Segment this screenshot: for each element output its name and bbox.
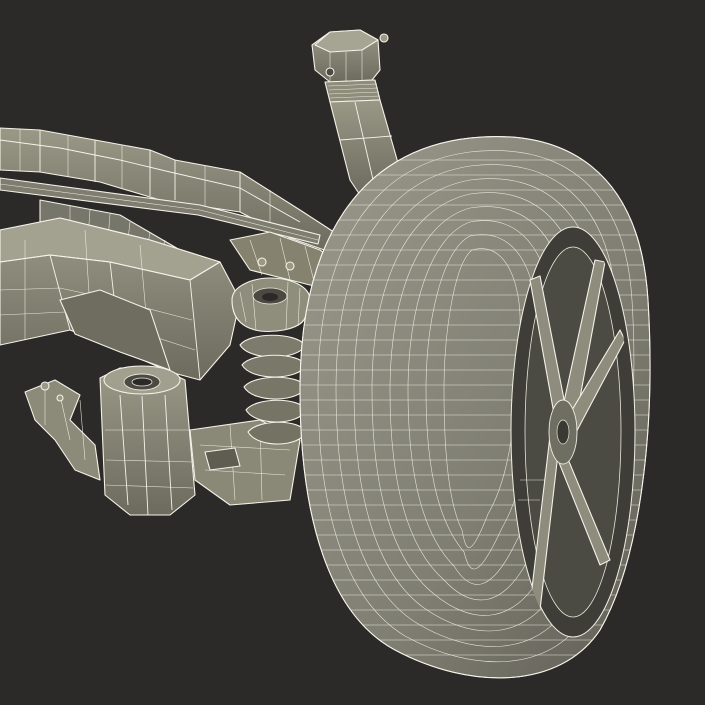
render-viewport	[0, 0, 705, 705]
suspension-wireframe-render	[0, 0, 705, 705]
upright-knuckle	[99, 365, 196, 516]
wheel-rim	[510, 226, 636, 638]
